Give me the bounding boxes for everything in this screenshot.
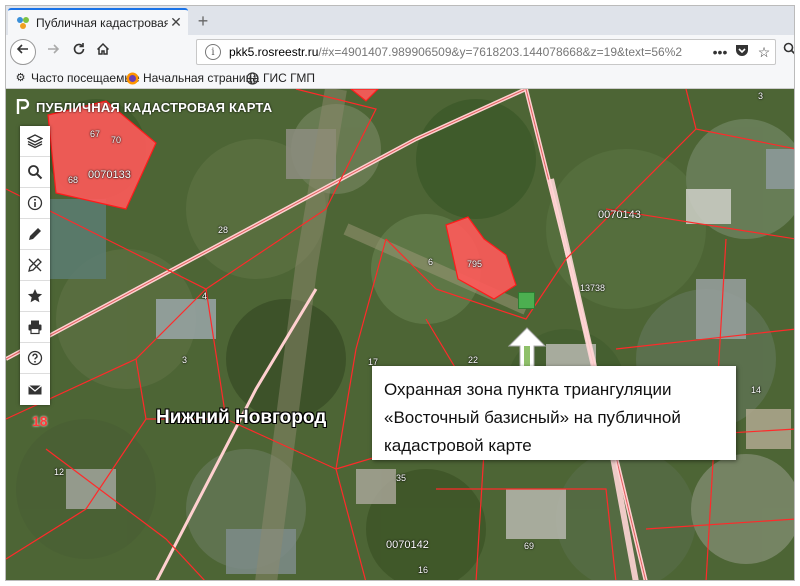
gear-icon: ⚙	[15, 71, 26, 84]
district-number: 18	[32, 413, 48, 429]
rosreestr-favicon-icon	[16, 16, 30, 30]
help-icon	[27, 350, 43, 366]
search-icon	[28, 165, 43, 180]
globe-icon	[246, 71, 259, 85]
parcel-label: 795	[467, 259, 483, 269]
draw-button[interactable]	[20, 219, 50, 250]
measure-button[interactable]	[20, 250, 50, 281]
back-button[interactable]	[10, 39, 36, 65]
reload-icon	[73, 43, 85, 55]
mail-icon	[28, 384, 42, 394]
ruler-pen-icon	[28, 258, 42, 272]
pocket-icon[interactable]	[731, 44, 753, 60]
print-button[interactable]	[20, 312, 50, 343]
quarter-label: 0070133	[88, 169, 131, 181]
navigation-bar: i pkk5.rosreestr.ru/#x=4901407.989906509…	[6, 35, 794, 69]
parcel-label: 35	[396, 473, 407, 483]
app-brand[interactable]: ПУБЛИЧНАЯ КАДАСТРОВАЯ КАРТА	[16, 99, 272, 115]
site-info-icon[interactable]: i	[205, 44, 221, 60]
layers-button[interactable]	[20, 126, 50, 157]
parcel-label: 70	[111, 135, 122, 145]
parcel-label: 3	[758, 91, 764, 101]
pkk-logo-icon	[16, 99, 30, 114]
pointer-arrow-icon	[507, 327, 547, 369]
parcel-label: 4	[202, 291, 208, 301]
bookmark-most-visited[interactable]: ⚙ Часто посещаемые	[14, 71, 140, 85]
annotation-callout: Охранная зона пункта триангуляции «Восто…	[372, 366, 736, 460]
callout-line: Охранная зона пункта триангуляции	[384, 380, 672, 399]
browser-window: Публичная кадастровая карта ✕ + i pkk5.r…	[5, 5, 795, 581]
parcel-label: 22	[468, 355, 479, 365]
star-icon	[27, 289, 43, 303]
quarter-label: 0070143	[598, 209, 641, 221]
map-toolbar	[20, 126, 50, 405]
callout-line: кадастровой карте	[384, 436, 532, 455]
road-label: 13738	[580, 283, 606, 293]
bookmark-label: ГИС ГМП	[263, 71, 315, 85]
parcel-label: 67	[90, 129, 101, 139]
bookmark-home-page[interactable]: Начальная страница	[126, 71, 259, 85]
printer-icon	[28, 320, 42, 335]
bookmark-gis-gmp[interactable]: ГИС ГМП	[246, 71, 315, 85]
forward-button[interactable]	[40, 39, 66, 65]
map-search-button[interactable]	[20, 157, 50, 188]
home-icon	[96, 42, 110, 55]
arrow-left-icon	[16, 44, 28, 54]
pencil-icon	[29, 228, 41, 240]
home-button[interactable]	[90, 39, 116, 65]
parcel-label: 12	[54, 467, 65, 477]
bookmark-label: Начальная страница	[143, 71, 260, 85]
search-button[interactable]	[777, 39, 794, 65]
parcel-label: 14	[751, 385, 762, 395]
tab-title: Публичная кадастровая карта	[36, 15, 168, 30]
mail-button[interactable]	[20, 374, 50, 405]
more-actions-icon[interactable]: •••	[709, 44, 731, 60]
parcel-label: 68	[68, 175, 79, 185]
bookmark-star-icon[interactable]: ☆	[753, 44, 775, 61]
app-title: ПУБЛИЧНАЯ КАДАСТРОВАЯ КАРТА	[36, 99, 273, 115]
parcel-label: 3	[182, 355, 188, 365]
parcel-label: 16	[418, 565, 429, 575]
parcel-label: 28	[218, 225, 229, 235]
parcel-label: 6	[428, 257, 434, 267]
bookmarks-bar: ⚙ Часто посещаемые Начальная страница ГИ…	[6, 69, 794, 89]
search-icon	[783, 42, 794, 55]
callout-line: «Восточный базисный» на публичной	[384, 408, 681, 427]
triangulation-point-marker[interactable]	[518, 292, 535, 309]
tab-close-icon[interactable]: ✕	[168, 14, 184, 31]
layers-icon	[27, 134, 43, 149]
help-button[interactable]	[20, 343, 50, 374]
address-bar[interactable]: i pkk5.rosreestr.ru/#x=4901407.989906509…	[196, 39, 776, 65]
browser-tab[interactable]: Публичная кадастровая карта ✕	[8, 8, 188, 35]
url-text: pkk5.rosreestr.ru/#x=4901407.989906509&y…	[229, 45, 709, 59]
arrow-right-icon	[48, 44, 60, 54]
url-path: /#x=4901407.989906509&y=7618203.14407866…	[318, 45, 683, 59]
satellite-imagery	[6, 89, 794, 580]
quarter-label: 0070142	[386, 539, 429, 551]
info-icon	[27, 195, 43, 211]
bookmark-label: Часто посещаемые	[31, 71, 140, 85]
url-host: pkk5.rosreestr.ru	[229, 45, 319, 59]
new-tab-icon[interactable]: +	[192, 10, 214, 32]
info-button[interactable]	[20, 188, 50, 219]
favorites-button[interactable]	[20, 281, 50, 312]
parcel-label: 69	[524, 541, 535, 551]
tab-bar: Публичная кадастровая карта ✕ +	[6, 6, 794, 35]
reload-button[interactable]	[66, 39, 92, 65]
city-label: Нижний Новгород	[156, 407, 327, 428]
firefox-icon	[126, 72, 139, 85]
map-view[interactable]: 67 70 68 0070133 28 6 795 13738 0070143 …	[6, 89, 794, 580]
